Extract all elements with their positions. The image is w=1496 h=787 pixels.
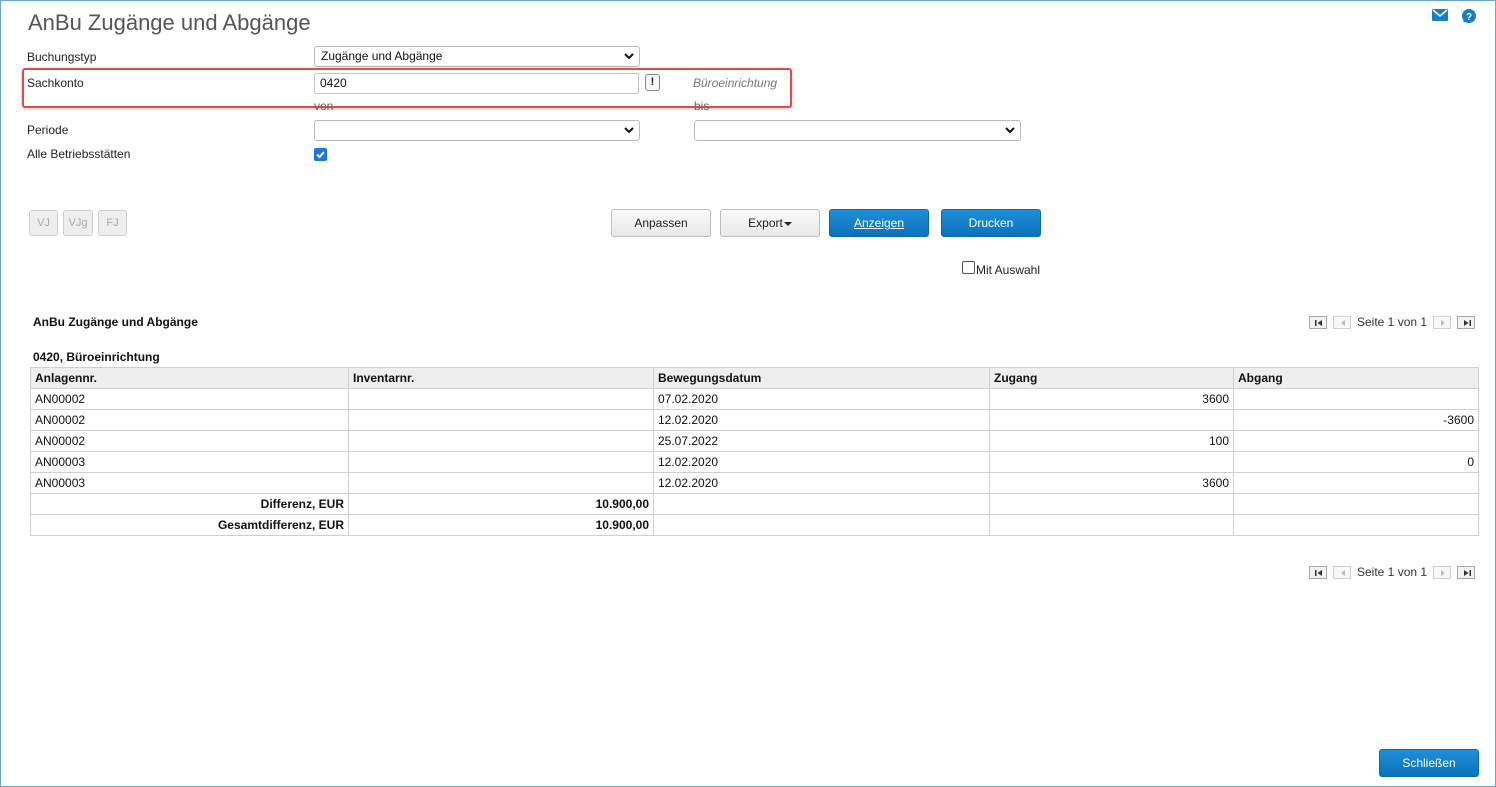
von-label: von bbox=[314, 99, 334, 113]
first-page-icon bbox=[1315, 570, 1322, 576]
totals-row: Differenz, EUR 10.900,00 bbox=[30, 493, 1479, 515]
total-label: Gesamtdifferenz, EUR bbox=[30, 514, 349, 536]
caret-down-icon bbox=[783, 222, 792, 226]
alle-betriebsstaetten-checkbox[interactable] bbox=[314, 148, 327, 161]
table-row: AN00003 12.02.2020 0 bbox=[30, 451, 1479, 473]
next-page-icon bbox=[1441, 320, 1445, 326]
cell-inventarnr bbox=[348, 388, 654, 410]
buchungstyp-select[interactable]: Zugänge und Abgänge bbox=[314, 46, 640, 67]
col-inventarnr: Inventarnr. bbox=[348, 367, 654, 389]
cell-anlagennr: AN00003 bbox=[30, 451, 349, 473]
prev-page-icon bbox=[1341, 320, 1345, 326]
cell-inventarnr bbox=[348, 409, 654, 431]
table-row: AN00003 12.02.2020 3600 bbox=[30, 472, 1479, 494]
cell-zugang: 100 bbox=[989, 430, 1234, 452]
cell-zugang: 3600 bbox=[989, 388, 1234, 410]
checkmark-icon bbox=[316, 151, 325, 159]
last-page-icon bbox=[1464, 320, 1471, 326]
report-title: AnBu Zugänge und Abgänge bbox=[33, 315, 198, 329]
cell-anlagennr: AN00003 bbox=[30, 472, 349, 494]
pager-prev-button[interactable] bbox=[1333, 316, 1351, 329]
periode-von-select[interactable] bbox=[314, 120, 640, 141]
vjg-button[interactable]: VJg bbox=[63, 210, 93, 236]
pager-last-button[interactable] bbox=[1457, 316, 1475, 329]
cell-inventarnr bbox=[348, 451, 654, 473]
cell-bewegungsdatum: 25.07.2022 bbox=[653, 430, 990, 452]
cell-bewegungsdatum: 07.02.2020 bbox=[653, 388, 990, 410]
help-icon[interactable]: ? bbox=[1461, 8, 1477, 24]
chevron-down-icon bbox=[624, 53, 634, 60]
pager-next-button[interactable] bbox=[1433, 316, 1451, 329]
group-title: 0420, Büroeinrichtung bbox=[33, 350, 160, 364]
buchungstyp-label: Buchungstyp bbox=[27, 50, 97, 64]
col-anlagennr: Anlagennr. bbox=[30, 367, 349, 389]
alle-betriebsstaetten-label: Alle Betriebsstätten bbox=[27, 147, 131, 161]
mit-auswahl-label: Mit Auswahl bbox=[976, 263, 1041, 277]
chevron-down-icon bbox=[1005, 127, 1015, 134]
table-header-row: Anlagennr. Inventarnr. Bewegungsdatum Zu… bbox=[30, 367, 1479, 389]
cell-zugang: 3600 bbox=[989, 472, 1234, 494]
next-page-icon bbox=[1441, 570, 1445, 576]
vj-button[interactable]: VJ bbox=[29, 210, 58, 236]
table-row: AN00002 25.07.2022 100 bbox=[30, 430, 1479, 452]
col-abgang: Abgang bbox=[1233, 367, 1479, 389]
col-bewegungsdatum: Bewegungsdatum bbox=[653, 367, 990, 389]
cell-abgang: 0 bbox=[1233, 451, 1479, 473]
fj-button[interactable]: FJ bbox=[98, 210, 127, 236]
cell-zugang bbox=[989, 409, 1234, 431]
cell-bewegungsdatum: 12.02.2020 bbox=[653, 472, 990, 494]
col-zugang: Zugang bbox=[989, 367, 1234, 389]
highlight-box bbox=[22, 68, 792, 108]
page-title: AnBu Zugänge und Abgänge bbox=[28, 10, 311, 35]
cell-anlagennr: AN00002 bbox=[30, 430, 349, 452]
chevron-down-icon bbox=[624, 127, 634, 134]
anzeigen-button[interactable]: Anzeigen bbox=[829, 209, 929, 237]
report-table: Anlagennr. Inventarnr. Bewegungsdatum Zu… bbox=[30, 367, 1479, 536]
table-row: AN00002 12.02.2020 -3600 bbox=[30, 409, 1479, 431]
pager-prev-button-bottom[interactable] bbox=[1333, 566, 1351, 579]
buchungstyp-value: Zugänge und Abgänge bbox=[321, 49, 443, 63]
last-page-icon bbox=[1464, 570, 1471, 576]
cell-anlagennr: AN00002 bbox=[30, 388, 349, 410]
cell-anlagennr: AN00002 bbox=[30, 409, 349, 431]
cell-inventarnr bbox=[348, 430, 654, 452]
cell-bewegungsdatum: 12.02.2020 bbox=[653, 409, 990, 431]
cell-inventarnr bbox=[348, 472, 654, 494]
anpassen-button[interactable]: Anpassen bbox=[611, 209, 711, 237]
pager-first-button-bottom[interactable] bbox=[1309, 566, 1327, 579]
svg-text:?: ? bbox=[1466, 12, 1472, 23]
drucken-button[interactable]: Drucken bbox=[941, 209, 1041, 237]
mail-icon[interactable] bbox=[1432, 9, 1448, 25]
pager-label: Seite 1 von 1 bbox=[1357, 315, 1428, 329]
close-button[interactable]: Schließen bbox=[1379, 749, 1479, 777]
table-row: AN00002 07.02.2020 3600 bbox=[30, 388, 1479, 410]
bis-label: bis bbox=[694, 99, 710, 113]
totals-row: Gesamtdifferenz, EUR 10.900,00 bbox=[30, 514, 1479, 536]
total-label: Differenz, EUR bbox=[30, 493, 349, 515]
prev-page-icon bbox=[1341, 570, 1345, 576]
cell-abgang bbox=[1233, 388, 1479, 410]
pager-first-button[interactable] bbox=[1309, 316, 1327, 329]
pager-next-button-bottom[interactable] bbox=[1433, 566, 1451, 579]
mit-auswahl-checkbox[interactable] bbox=[962, 261, 975, 274]
pager-label-bottom: Seite 1 von 1 bbox=[1357, 565, 1428, 579]
export-button[interactable]: Export bbox=[720, 209, 820, 237]
total-value: 10.900,00 bbox=[348, 493, 654, 515]
cell-bewegungsdatum: 12.02.2020 bbox=[653, 451, 990, 473]
cell-zugang bbox=[989, 451, 1234, 473]
cell-abgang bbox=[1233, 472, 1479, 494]
cell-abgang bbox=[1233, 430, 1479, 452]
pager-last-button-bottom[interactable] bbox=[1457, 566, 1475, 579]
periode-bis-select[interactable] bbox=[694, 120, 1021, 141]
periode-label: Periode bbox=[27, 123, 69, 137]
first-page-icon bbox=[1315, 320, 1322, 326]
export-label: Export bbox=[748, 216, 783, 230]
cell-abgang: -3600 bbox=[1233, 409, 1479, 431]
total-value: 10.900,00 bbox=[348, 514, 654, 536]
